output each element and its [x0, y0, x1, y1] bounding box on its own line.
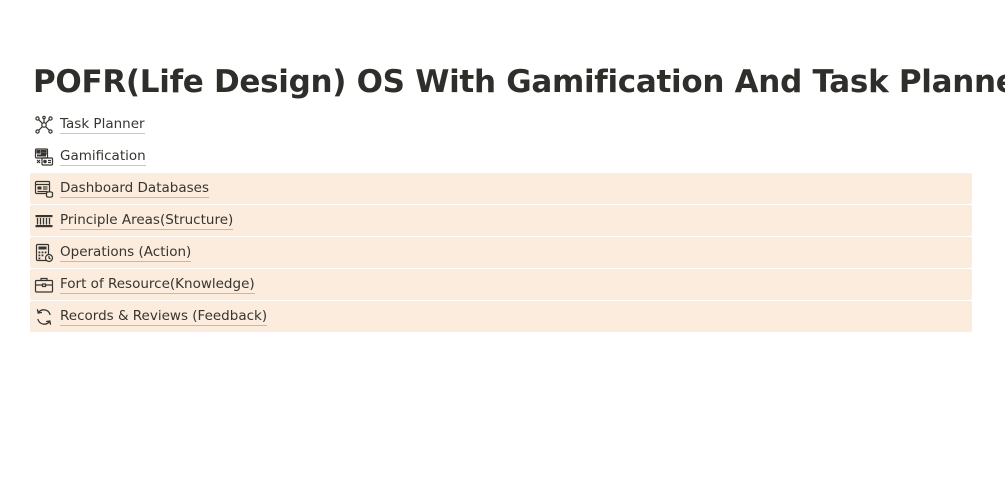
link-label[interactable]: Fort of Resource(Knowledge)	[60, 276, 255, 294]
page-title: POFR(Life Design) OS With Gamification A…	[33, 64, 1005, 100]
link-label[interactable]: Task Planner	[60, 116, 145, 134]
link-fort-of-resource[interactable]: Fort of Resource(Knowledge)	[30, 269, 972, 300]
calculator-icon	[33, 242, 54, 263]
link-principle-areas[interactable]: Principle Areas(Structure)	[30, 205, 972, 236]
link-list: Task Planner Gamification Dashboard Data…	[30, 109, 972, 333]
link-task-planner[interactable]: Task Planner	[30, 109, 972, 140]
notion-page: POFR(Life Design) OS With Gamification A…	[0, 0, 1005, 497]
link-operations[interactable]: Operations (Action)	[30, 237, 972, 268]
refresh-icon	[33, 306, 54, 327]
link-label[interactable]: Gamification	[60, 148, 146, 166]
game-dashboard-icon	[33, 146, 54, 167]
dashboard-database-icon	[33, 178, 54, 199]
link-label[interactable]: Dashboard Databases	[60, 180, 209, 198]
structure-columns-icon	[33, 210, 54, 231]
link-records-reviews[interactable]: Records & Reviews (Feedback)	[30, 301, 972, 332]
network-icon	[33, 114, 54, 135]
briefcase-icon	[33, 274, 54, 295]
link-dashboard-databases[interactable]: Dashboard Databases	[30, 173, 972, 204]
link-label[interactable]: Operations (Action)	[60, 244, 192, 262]
link-label[interactable]: Records & Reviews (Feedback)	[60, 308, 268, 326]
link-gamification[interactable]: Gamification	[30, 141, 972, 172]
link-label[interactable]: Principle Areas(Structure)	[60, 212, 234, 230]
